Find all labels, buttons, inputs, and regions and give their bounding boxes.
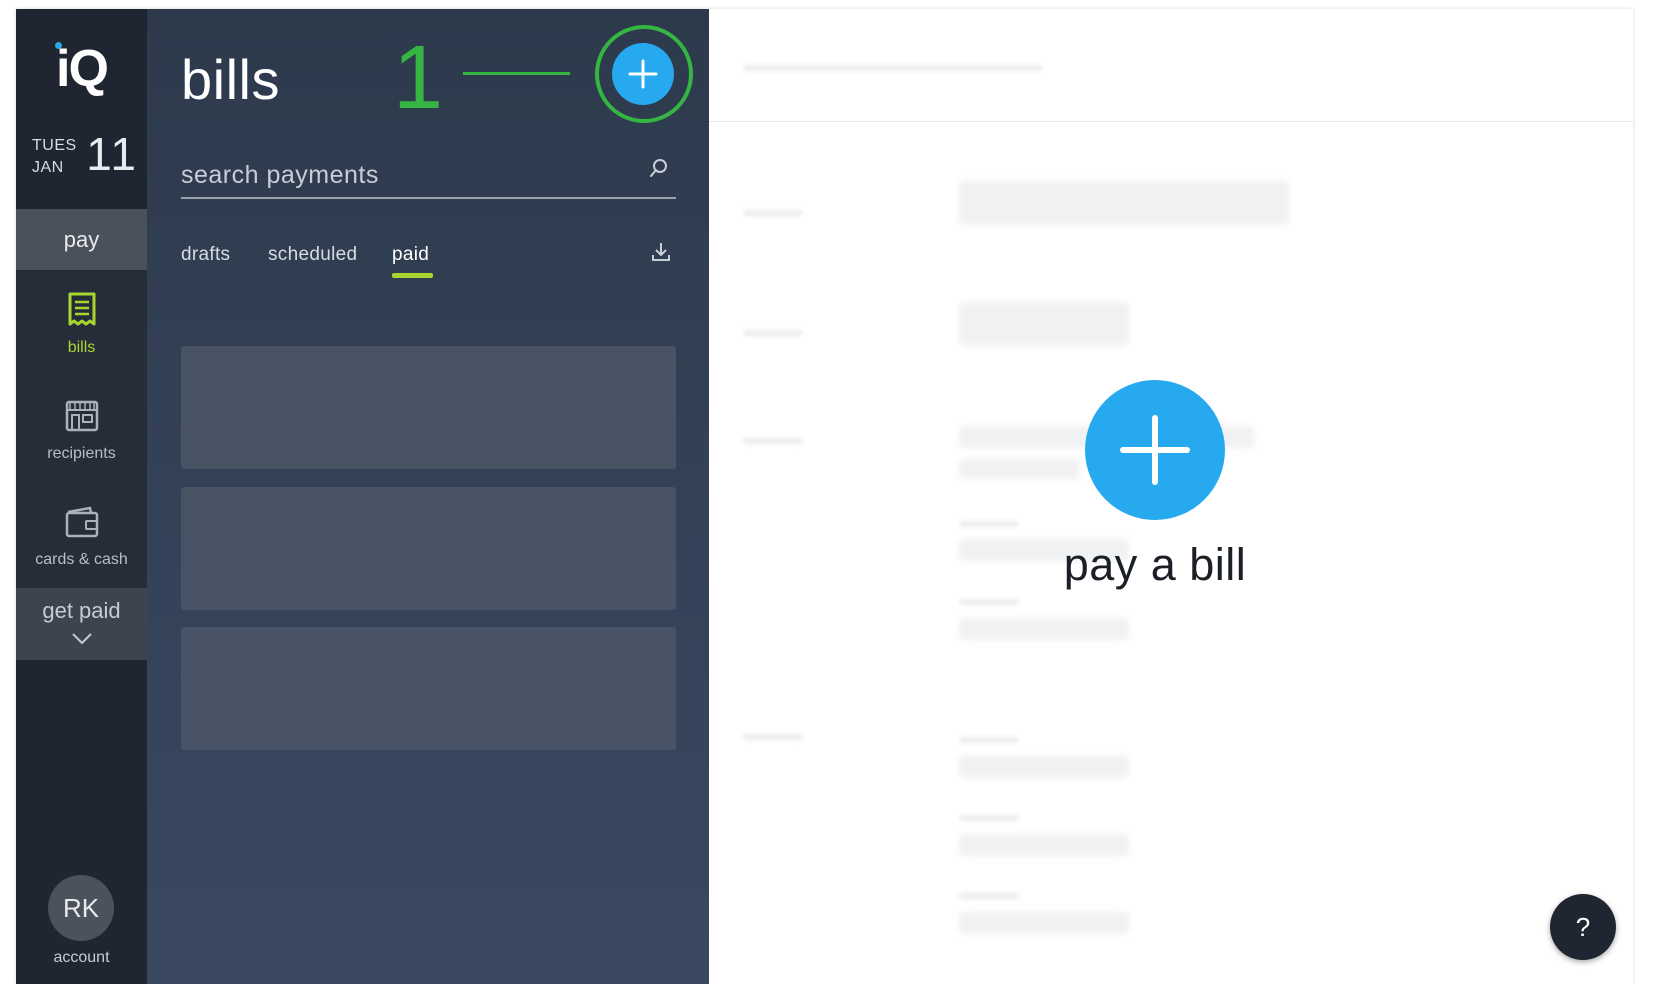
nav-item-recipients[interactable]: recipients: [16, 376, 147, 482]
chevron-down-icon: [72, 633, 92, 645]
blurred-field: [959, 834, 1129, 856]
blurred-field-label: [743, 330, 803, 336]
add-bill-button[interactable]: [612, 43, 674, 105]
blurred-field-label: [959, 521, 1019, 527]
date-day: TUES: [32, 137, 77, 154]
nav-item-cards-cash[interactable]: cards & cash: [16, 482, 147, 588]
nav-item-label: cards & cash: [35, 551, 128, 568]
date-display: TUES JAN 11: [32, 131, 138, 181]
plus-icon: [628, 59, 658, 89]
annotation-pointer-line: [463, 72, 570, 75]
blurred-field-label: [743, 734, 803, 740]
search-underline: [181, 197, 676, 199]
nav-item-label: recipients: [47, 445, 116, 462]
storefront-icon: [65, 400, 99, 432]
app-window: iQ TUES JAN 11 pay bills recipients card…: [16, 9, 1633, 984]
receipt-icon: [68, 292, 96, 326]
blurred-field-label: [959, 737, 1019, 743]
pay-a-bill-button[interactable]: [1085, 380, 1225, 520]
nav-section-pay[interactable]: pay: [16, 209, 147, 270]
date-month: JAN: [32, 159, 64, 176]
wallet-icon: [65, 506, 99, 538]
download-icon[interactable]: [650, 241, 672, 263]
blurred-field-label: [959, 815, 1019, 821]
page-title: bills: [181, 48, 280, 111]
tab-drafts[interactable]: drafts: [181, 244, 230, 266]
annotation-step-number: 1: [393, 28, 444, 128]
account-label[interactable]: account: [16, 949, 147, 967]
search-icon[interactable]: [647, 157, 671, 181]
detail-pane: pay a bill ?: [709, 9, 1633, 984]
tab-paid[interactable]: paid: [392, 244, 429, 266]
blurred-field: [959, 756, 1129, 778]
tab-scheduled[interactable]: scheduled: [268, 244, 357, 266]
blurred-field-label: [959, 599, 1019, 605]
blurred-header-text: [743, 65, 1043, 71]
nav-item-label: bills: [67, 339, 96, 356]
blurred-field-label: [959, 893, 1019, 899]
avatar[interactable]: RK: [48, 875, 114, 941]
blurred-field-label: [743, 210, 803, 216]
help-button[interactable]: ?: [1550, 894, 1616, 960]
app-logo[interactable]: iQ: [16, 43, 147, 95]
detail-header: [709, 9, 1633, 122]
list-item-placeholder: [181, 346, 676, 469]
get-paid-label: get paid: [42, 598, 121, 623]
nav-item-bills[interactable]: bills: [16, 270, 147, 376]
blurred-field: [959, 181, 1289, 225]
blurred-field: [959, 618, 1129, 640]
bills-panel: bills 1 drafts scheduled paid: [147, 9, 709, 984]
nav-section-get-paid[interactable]: get paid: [16, 588, 147, 660]
list-item-placeholder: [181, 627, 676, 750]
list-item-placeholder: [181, 487, 676, 610]
blurred-field-label: [743, 438, 803, 444]
nav-rail: iQ TUES JAN 11 pay bills recipients card…: [16, 9, 147, 984]
blurred-field: [959, 459, 1079, 479]
date-number: 11: [86, 128, 138, 180]
pay-a-bill-label[interactable]: pay a bill: [1009, 539, 1301, 591]
blurred-field: [959, 302, 1129, 346]
search-input[interactable]: [181, 154, 641, 196]
active-tab-indicator: [392, 273, 433, 278]
blurred-field: [959, 912, 1129, 934]
plus-icon: [1120, 415, 1190, 485]
